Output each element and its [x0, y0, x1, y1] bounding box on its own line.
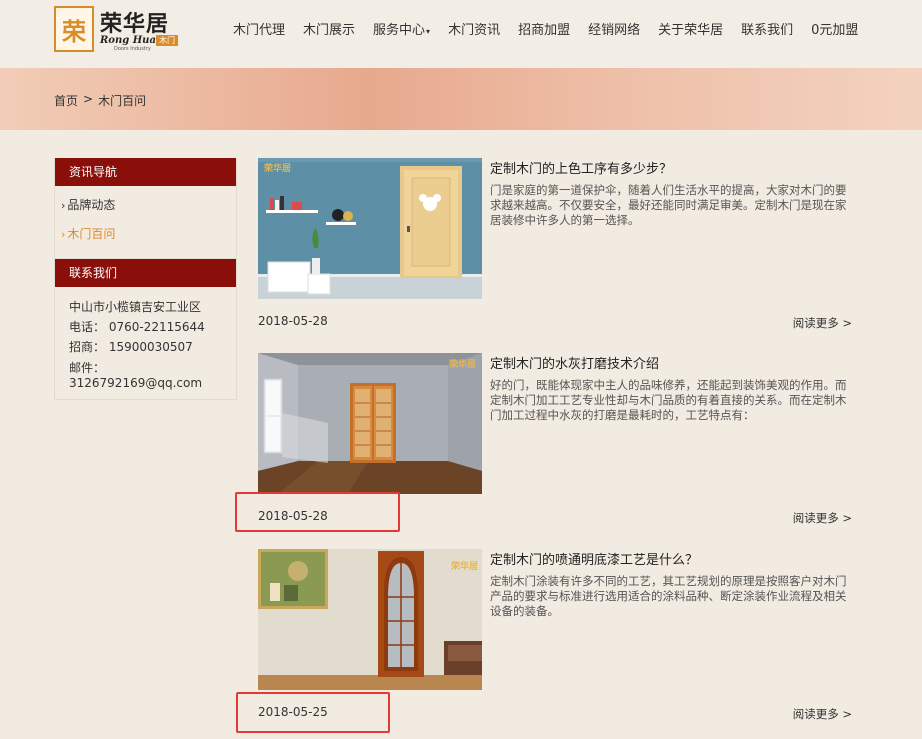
logo-tag: 木门: [156, 35, 178, 46]
news-nav-title: 资讯导航: [55, 158, 236, 186]
contact-box: 联系我们 中山市小榄镇吉安工业区 电话： 0760-22115644 招商： 1…: [54, 259, 237, 400]
chevron-right-icon: ›: [61, 228, 66, 241]
nav-item-contact[interactable]: 联系我们: [741, 19, 793, 38]
breadcrumb-separator: >: [83, 92, 94, 106]
room-gray-wall-image: [258, 353, 482, 494]
site-header: 荣 荣华居 Rong Hua Ju 木门 Doors Industry 木门代理…: [0, 0, 922, 68]
breadcrumb-home[interactable]: 首页: [54, 92, 78, 109]
sidebar-item-brand-news[interactable]: › 品牌动态: [61, 196, 236, 225]
contact-phone: 电话： 0760-22115644: [69, 320, 205, 334]
highlight-box: [236, 692, 390, 733]
page-banner: 首页 > 木门百问: [0, 68, 922, 130]
contact-email: 3126792169@qq.com: [69, 376, 203, 390]
chevron-down-icon: ▾: [426, 27, 431, 36]
article-title[interactable]: 定制木门的水灰打磨技术介绍: [490, 353, 659, 372]
nav-item-free-join[interactable]: 0元加盟: [811, 19, 858, 38]
contact-title: 联系我们: [55, 259, 236, 287]
article-thumbnail[interactable]: 荣华居: [258, 158, 482, 299]
thumb-logo-watermark: 荣华居: [450, 562, 478, 572]
nav-item-showcase[interactable]: 木门展示: [303, 19, 355, 38]
article-title[interactable]: 定制木门的喷通明底漆工艺是什么？: [490, 549, 698, 568]
contact-invest-phone: 招商： 15900030507: [69, 340, 193, 354]
sidebar-item-door-faq[interactable]: › 木门百问: [61, 225, 236, 254]
article-item: 荣华居 定制木门的上色工序有多少步？ 门是家庭的第一道保护伞，随着人们生活水平的…: [258, 158, 852, 333]
article-title[interactable]: 定制木门的上色工序有多少步？: [490, 158, 672, 177]
nav-item-franchise[interactable]: 招商加盟: [518, 19, 570, 38]
nav-item-network[interactable]: 经销网络: [588, 19, 640, 38]
news-nav-list: › 品牌动态 › 木门百问: [55, 186, 236, 258]
sidebar: 资讯导航 › 品牌动态 › 木门百问 联系我们 中山市小榄镇吉安工业区 电话： 07…: [54, 158, 237, 400]
room-arched-door-image: [258, 549, 482, 690]
thumb-logo-watermark: 荣华居: [264, 164, 292, 174]
nav-item-news[interactable]: 木门资讯: [448, 19, 500, 38]
main-nav: 木门代理 木门展示 服务中心▾ 木门资讯 招商加盟 经销网络 关于荣华居 联系我…: [224, 19, 867, 38]
read-more-link[interactable]: 阅读更多 >: [793, 315, 852, 331]
sidebar-item-label: 木门百问: [67, 227, 116, 241]
logo-mark-icon: 荣: [54, 6, 94, 52]
logo-subtitle: Doors Industry: [114, 46, 151, 52]
article-summary: 好的门，既能体现家中主人的品味修养，还能起到装饰美观的作用。而定制木门加工工艺专…: [490, 378, 847, 422]
chevron-right-icon: ›: [61, 199, 66, 212]
nav-item-agency[interactable]: 木门代理: [233, 19, 285, 38]
contact-address: 中山市小榄镇吉安工业区: [69, 300, 202, 314]
article-thumbnail[interactable]: 荣华居: [258, 353, 482, 494]
news-nav-box: 资讯导航 › 品牌动态 › 木门百问: [54, 158, 237, 259]
read-more-link[interactable]: 阅读更多 >: [793, 706, 852, 722]
site-logo[interactable]: 荣 荣华居 Rong Hua Ju 木门 Doors Industry: [54, 6, 184, 52]
article-date: 2018-05-28: [258, 314, 328, 328]
room-blue-wall-image: [258, 158, 482, 299]
contact-email-label: 邮件：: [69, 361, 106, 375]
article-summary: 门是家庭的第一道保护伞，随着人们生活水平的提高，大家对木门的要求越来越高。不仅要…: [490, 183, 847, 227]
logo-chinese-name: 荣华居: [100, 11, 170, 37]
nav-item-service[interactable]: 服务中心▾: [373, 19, 430, 38]
highlight-box: [235, 492, 400, 532]
thumb-logo-watermark: 荣华居: [448, 360, 476, 370]
breadcrumb: 首页 > 木门百问: [54, 92, 146, 109]
article-summary: 定制木门涂装有许多不同的工艺，其工艺规划的原理是按照客户对木门产品的要求与标准进…: [490, 574, 847, 618]
contact-info: 中山市小榄镇吉安工业区 电话： 0760-22115644 招商： 159000…: [55, 287, 236, 399]
nav-item-service-label: 服务中心: [373, 23, 426, 38]
read-more-link[interactable]: 阅读更多 >: [793, 510, 852, 526]
nav-item-about[interactable]: 关于荣华居: [658, 19, 723, 38]
article-thumbnail[interactable]: 荣华居: [258, 549, 482, 690]
sidebar-item-label: 品牌动态: [67, 198, 116, 212]
breadcrumb-current[interactable]: 木门百问: [98, 92, 146, 109]
